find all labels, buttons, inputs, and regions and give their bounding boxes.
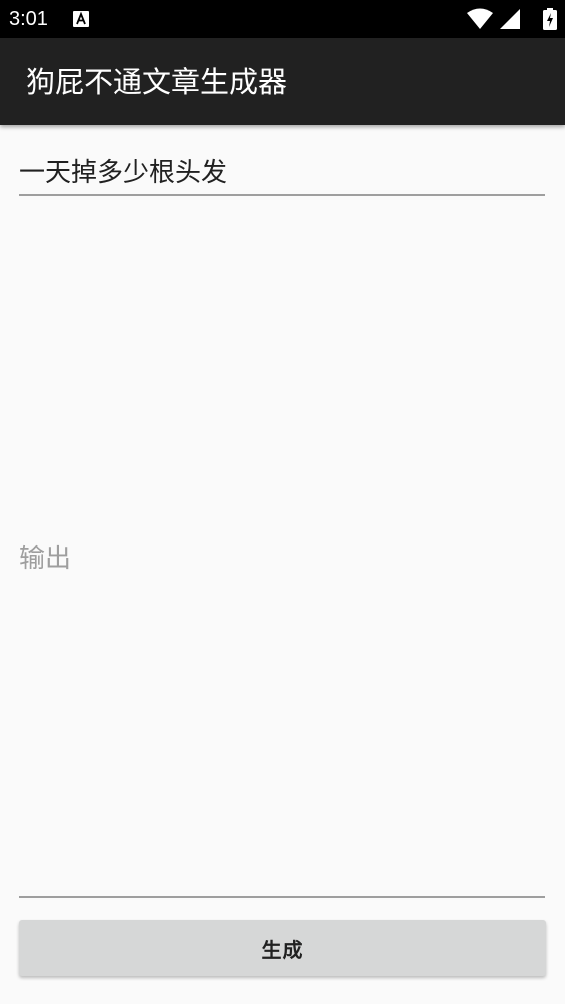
output-placeholder: 输出 xyxy=(19,544,72,574)
wifi-icon xyxy=(467,8,493,29)
generate-button[interactable]: 生成 xyxy=(19,920,546,976)
topic-input[interactable]: 一天掉多少根头发 xyxy=(19,152,545,196)
topic-input-value[interactable]: 一天掉多少根头发 xyxy=(19,156,227,190)
battery-charging-icon xyxy=(543,8,557,30)
page-title: 狗屁不通文章生成器 xyxy=(26,65,288,99)
status-bar: 3:01 xyxy=(0,0,565,38)
generate-button-label: 生成 xyxy=(261,937,304,962)
font-a-icon xyxy=(73,11,89,27)
output-field[interactable]: 输出 xyxy=(19,220,545,898)
app-bar: 狗屁不通文章生成器 xyxy=(0,38,565,125)
status-time: 3:01 xyxy=(9,8,48,30)
signal-icon xyxy=(500,9,520,29)
